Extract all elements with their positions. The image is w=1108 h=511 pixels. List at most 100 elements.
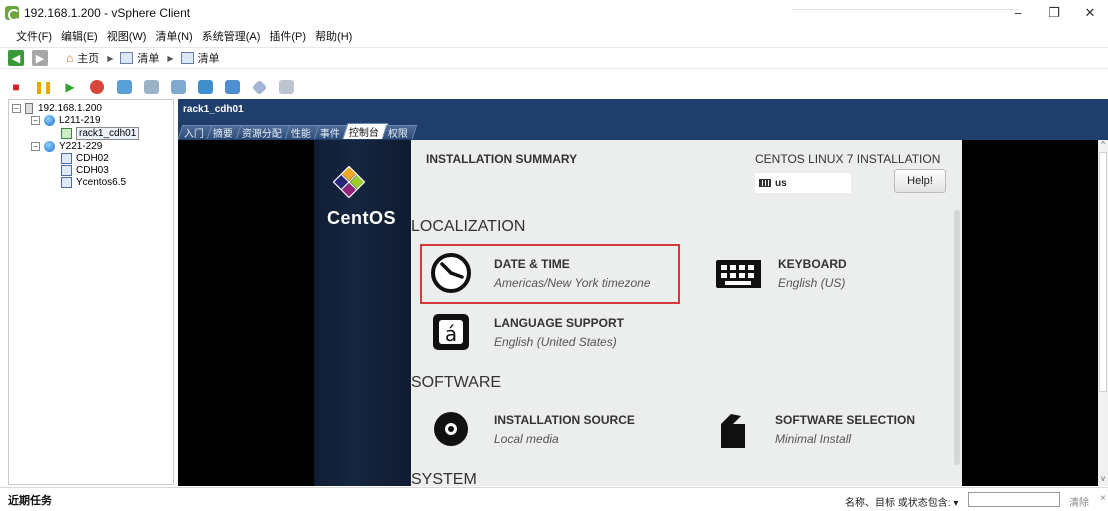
- menu-inventory[interactable]: 清单(N): [155, 28, 192, 44]
- tree-vm-label: CDH02: [76, 153, 109, 164]
- console-scrollbar[interactable]: ^ v: [1098, 140, 1108, 486]
- console-icon[interactable]: [197, 79, 213, 95]
- tab-label: 资源分配: [241, 129, 282, 140]
- inventory-icon: [120, 52, 134, 64]
- home-icon[interactable]: ⌂: [66, 51, 73, 65]
- tree-vm-label: CDH03: [76, 165, 109, 176]
- breadcrumb-arrow-icon: ▶: [107, 53, 114, 63]
- datacenter-icon: [44, 141, 55, 152]
- tab-label: 控制台: [348, 128, 379, 139]
- forward-arrow-icon[interactable]: ▶: [32, 50, 48, 66]
- centos-brand: CentOS: [327, 208, 397, 228]
- snapshot-manager-icon[interactable]: [170, 79, 186, 95]
- centos-logo-icon: [333, 166, 365, 198]
- breadcrumb-inventory[interactable]: 清单: [117, 50, 159, 66]
- tab-permissions[interactable]: 权限: [381, 125, 418, 140]
- menu-help[interactable]: 帮助(H): [315, 28, 352, 44]
- section-localization: LOCALIZATION: [411, 218, 526, 235]
- snapshot-icon[interactable]: [116, 79, 132, 95]
- installer-product-title: CENTOS LINUX 7 INSTALLATION: [755, 152, 941, 166]
- keyboard-icon: [716, 260, 761, 288]
- spoke-status: English (US): [778, 275, 846, 290]
- close-tasks-icon[interactable]: ×: [1100, 493, 1106, 504]
- clear-button[interactable]: 清除: [1069, 494, 1089, 509]
- collapse-icon[interactable]: −: [31, 116, 40, 125]
- inventory-vm-icon: [180, 52, 194, 64]
- vm-header: rack1_cdh01 入门 摘要 资源分配 性能 事件 控制台 权限: [177, 99, 1108, 140]
- clone-icon[interactable]: [278, 79, 294, 95]
- reset-icon[interactable]: [89, 79, 105, 95]
- edit-settings-icon[interactable]: [224, 79, 240, 95]
- menu-edit[interactable]: 编辑(E): [61, 28, 98, 44]
- tab-label: 性能: [290, 129, 311, 140]
- tab-resource-allocation[interactable]: 资源分配: [235, 125, 292, 140]
- filter-label[interactable]: 名称、目标 或状态包含: ▾: [845, 494, 958, 509]
- breadcrumb-home[interactable]: 主页: [77, 50, 99, 66]
- vcenter-host-icon: [25, 103, 33, 114]
- console-left-margin: [178, 140, 314, 486]
- navigation-bar: ◀ ▶ ⌂ 主页 ▶ 清单 ▶ 清单: [0, 47, 1108, 69]
- menu-file[interactable]: 文件(F): [16, 28, 52, 44]
- tree-vm-label: rack1_cdh01: [76, 127, 140, 140]
- vm-tabs: 入门 摘要 资源分配 性能 事件 控制台 权限: [177, 123, 418, 140]
- close-button[interactable]: ✕: [1072, 0, 1108, 26]
- revert-snapshot-icon[interactable]: [143, 79, 159, 95]
- window-title: 192.168.1.200 - vSphere Client: [24, 6, 191, 20]
- tree-vm-rack1[interactable]: rack1_cdh01: [61, 127, 140, 140]
- installation-summary: INSTALLATION SUMMARY CENTOS LINUX 7 INST…: [411, 140, 962, 486]
- scroll-thumb[interactable]: [1099, 152, 1107, 392]
- power-on-icon[interactable]: ▶: [62, 79, 78, 95]
- menu-view[interactable]: 视图(W): [107, 28, 147, 44]
- spoke-title: SOFTWARE SELECTION: [775, 412, 916, 427]
- tree-cluster-l211[interactable]: − L211-219: [31, 115, 101, 126]
- collapse-icon[interactable]: −: [12, 104, 21, 113]
- tree-cluster-y221[interactable]: − Y221-229: [31, 141, 102, 152]
- spoke-date-time[interactable]: DATE & TIME Americas/New York timezone: [430, 252, 651, 294]
- migrate-icon[interactable]: [251, 79, 267, 95]
- help-button[interactable]: Help!: [894, 169, 946, 193]
- tree-root[interactable]: − 192.168.1.200: [12, 103, 102, 114]
- vm-name: rack1_cdh01: [183, 104, 244, 115]
- tree-vm-ycentos[interactable]: Ycentos6.5: [61, 177, 126, 188]
- disc-icon: [434, 412, 468, 446]
- scroll-down-icon[interactable]: v: [1098, 474, 1108, 483]
- tree-vm-label: Ycentos6.5: [76, 177, 127, 188]
- breadcrumb-inventory-label: 清单: [137, 53, 160, 65]
- datacenter-icon: [44, 115, 55, 126]
- scroll-up-icon[interactable]: ^: [1098, 140, 1108, 149]
- tree-cluster-label: Y221-229: [59, 141, 103, 152]
- suspend-icon[interactable]: ❚❚: [34, 79, 53, 95]
- vm-icon: [61, 165, 72, 176]
- title-bar: 192.168.1.200 - vSphere Client − ❐ ✕: [0, 0, 1108, 26]
- menu-administration[interactable]: 系统管理(A): [202, 28, 261, 44]
- spoke-status: Minimal Install: [775, 431, 852, 446]
- vsphere-app-icon: [5, 6, 20, 21]
- spoke-software-selection[interactable]: SOFTWARE SELECTION Minimal Install: [711, 408, 915, 450]
- spoke-keyboard[interactable]: KEYBOARD English (US): [711, 252, 847, 294]
- keyboard-layout-indicator[interactable]: us: [755, 173, 851, 193]
- menu-bar: 文件(F) 编辑(E) 视图(W) 清单(N) 系统管理(A) 插件(P) 帮助…: [0, 26, 1108, 46]
- vm-icon: [61, 177, 72, 188]
- power-off-icon[interactable]: ■: [8, 79, 24, 95]
- vm-toolbar: ■ ❚❚ ▶: [0, 76, 1108, 98]
- back-arrow-icon[interactable]: ◀: [8, 50, 24, 66]
- spoke-installation-source[interactable]: INSTALLATION SOURCE Local media: [430, 408, 635, 450]
- breadcrumb-inventory-2[interactable]: 清单: [178, 50, 220, 66]
- spoke-title: DATE & TIME: [494, 256, 570, 271]
- recent-tasks-label[interactable]: 近期任务: [8, 492, 52, 508]
- section-software: SOFTWARE: [411, 374, 502, 391]
- breadcrumb-arrow-icon: ▶: [167, 53, 174, 63]
- tree-vm-cdh02[interactable]: CDH02: [61, 153, 109, 164]
- spoke-title: KEYBOARD: [778, 256, 847, 271]
- installer-scrollbar[interactable]: [954, 210, 960, 465]
- spoke-language-support[interactable]: á LANGUAGE SUPPORT English (United State…: [430, 311, 624, 353]
- status-bar: 近期任务 名称、目标 或状态包含: ▾ 清除 ×: [0, 487, 1108, 511]
- tree-vm-cdh03[interactable]: CDH03: [61, 165, 109, 176]
- minimize-button[interactable]: −: [1000, 0, 1036, 26]
- collapse-icon[interactable]: −: [31, 142, 40, 151]
- filter-input[interactable]: [968, 492, 1060, 507]
- menu-plugins[interactable]: 插件(P): [269, 28, 306, 44]
- restore-button[interactable]: ❐: [1036, 0, 1072, 26]
- spoke-status: English (United States): [494, 334, 617, 349]
- title-blank-strip: [792, 4, 1018, 10]
